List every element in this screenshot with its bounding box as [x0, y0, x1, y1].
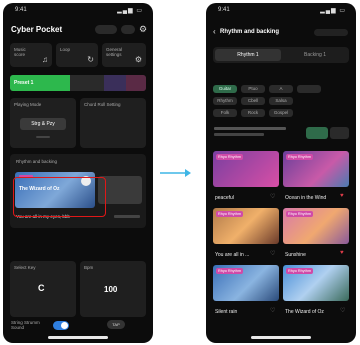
card-title-1: peaceful [215, 195, 234, 201]
preset-3-tab[interactable] [104, 75, 126, 91]
chord-roll-card[interactable]: Chord Roll Setting [80, 98, 146, 148]
status-signal-right: ▂▄▆ ▭ [320, 8, 346, 14]
bpm-title: Bpm [84, 265, 94, 270]
filter-cbell[interactable]: Cbell [241, 97, 265, 105]
card-tag-3: Rhyo Rhythm [216, 211, 244, 217]
filter-salsa[interactable]: Salsa [269, 97, 293, 105]
general-settings-button[interactable]: General settings ⚙ [102, 43, 146, 67]
battery-icon[interactable] [95, 25, 117, 34]
loop-button[interactable]: Loop ↻ [56, 43, 98, 67]
card-title-5: Silent rain [215, 309, 238, 315]
info-text-line-2 [214, 133, 264, 136]
highlight-box [13, 177, 106, 217]
back-icon[interactable]: ‹ [213, 27, 216, 36]
heart-icon-3[interactable]: ♡ [270, 250, 275, 257]
status-time-right: 9:41 [218, 7, 230, 13]
right-phone-screen: 9:41 ▂▄▆ ▭ ‹ Rhythm and backing Rhythm 1… [206, 3, 356, 343]
gear-icon[interactable]: ⚙ [139, 24, 147, 35]
playing-mode-button[interactable]: Strg & Pzy [20, 118, 66, 130]
preset-1-label: Preset 1 [14, 80, 34, 86]
status-signal: ▂▄▆ ▭ [117, 8, 143, 14]
heart-filled-icon-4[interactable]: ♥ [340, 250, 344, 256]
card-thumb-5[interactable]: Rhyo Rhythm [213, 265, 279, 301]
arrow-right-icon [160, 169, 191, 177]
playing-mode-card: Playing Mode Strg & Pzy [10, 98, 76, 148]
rhythm-backing-title: Rhythm and backing [16, 159, 58, 164]
action-button-2[interactable] [330, 127, 349, 139]
general-settings-label: General settings [106, 47, 123, 57]
card-thumb-3[interactable]: Rhyo Rhythm [213, 208, 279, 244]
filter-gospel[interactable]: Gospel [269, 109, 293, 117]
filter-folk[interactable]: Folk [213, 109, 237, 117]
page-title: Rhythm and backing [220, 29, 280, 35]
tap-button[interactable]: TAP [107, 320, 125, 329]
select-key-title: Select Key [14, 265, 36, 270]
preset-bar[interactable]: Preset 1 [10, 75, 146, 91]
music-score-button[interactable]: Music score ♫ [10, 43, 52, 67]
strum-sound-toggle[interactable] [53, 321, 69, 330]
status-bar: 9:41 ▂▄▆ ▭ [3, 7, 153, 17]
status-time: 9:41 [15, 7, 27, 13]
volume-icon[interactable] [121, 25, 135, 34]
filter-extra-1[interactable] [297, 85, 321, 93]
left-phone-screen: 9:41 ▂▄▆ ▭ Cyber Pocket ⚙ Music score ♫ … [3, 3, 153, 343]
filter-rock[interactable]: Rock [241, 109, 265, 117]
bpm-card[interactable]: Bpm 100 [80, 261, 146, 317]
select-key-value: C [38, 283, 45, 293]
card-tag-6: Rhyo Rhythm [286, 268, 314, 274]
chord-roll-title: Chord Roll Setting [84, 102, 121, 107]
heart-icon-6[interactable]: ♡ [340, 307, 345, 314]
select-key-card[interactable]: Select Key C [10, 261, 76, 317]
info-text-line-1 [214, 127, 286, 130]
action-button-1[interactable] [306, 127, 328, 139]
heart-filled-icon-2[interactable]: ♥ [340, 193, 344, 199]
preset-1-tab[interactable]: Preset 1 [10, 75, 70, 91]
heart-icon-1[interactable]: ♡ [270, 193, 275, 200]
tab-rhythm-1[interactable]: Rhythm 1 [215, 49, 281, 61]
filter-a[interactable]: A [269, 85, 293, 93]
home-indicator-right [251, 336, 311, 339]
playing-mode-title: Playing Mode [14, 102, 42, 107]
filter-rhythm[interactable]: Rhythm [213, 97, 237, 105]
card-tag-2: Rhyo Rhythm [286, 154, 314, 160]
loop-icon: ↻ [87, 55, 94, 64]
card-thumb-4[interactable]: Rhyo Rhythm [283, 208, 349, 244]
card-thumb-1[interactable]: Rhyo Rhythm [213, 151, 279, 187]
card-thumb-2[interactable]: Rhyo Rhythm [283, 151, 349, 187]
card-title-3: You are all in ... [215, 252, 250, 258]
tab-backing-1[interactable]: Backing 1 [283, 49, 347, 61]
toggle-knob [61, 322, 68, 329]
filter-ptuo[interactable]: Ptuo [241, 85, 265, 93]
preset-4-tab[interactable] [126, 75, 146, 91]
loop-label: Loop [60, 47, 71, 52]
card-tag-1: Rhyo Rhythm [216, 154, 244, 160]
card-title-2: Ocean in the Wind [285, 195, 327, 201]
card-title-6: The Wizard of Oz [285, 309, 324, 315]
music-score-label: Music score [14, 47, 26, 57]
card-tag-5: Rhyo Rhythm [216, 268, 244, 274]
card-thumb-6[interactable]: Rhyo Rhythm [283, 265, 349, 301]
settings-icon: ⚙ [134, 55, 142, 64]
rhythm-caption-next [114, 215, 140, 218]
bpm-value: 100 [104, 285, 118, 294]
heart-icon-5[interactable]: ♡ [270, 307, 275, 314]
card-tag-4: Rhyo Rhythm [286, 211, 314, 217]
status-bar-right: 9:41 ▂▄▆ ▭ [206, 7, 356, 17]
filter-guitar[interactable]: Guitar [213, 85, 237, 93]
strum-sound-label: String Strumm Sound [11, 320, 40, 330]
home-indicator [48, 336, 108, 339]
header-toggle[interactable] [314, 29, 348, 36]
card-title-4: Sunshine [285, 252, 306, 258]
music-note-icon: ♫ [42, 55, 48, 64]
playing-mode-indicator [36, 136, 50, 138]
tab-bar: Rhythm 1 Backing 1 [213, 47, 349, 63]
app-title: Cyber Pocket [11, 25, 63, 34]
